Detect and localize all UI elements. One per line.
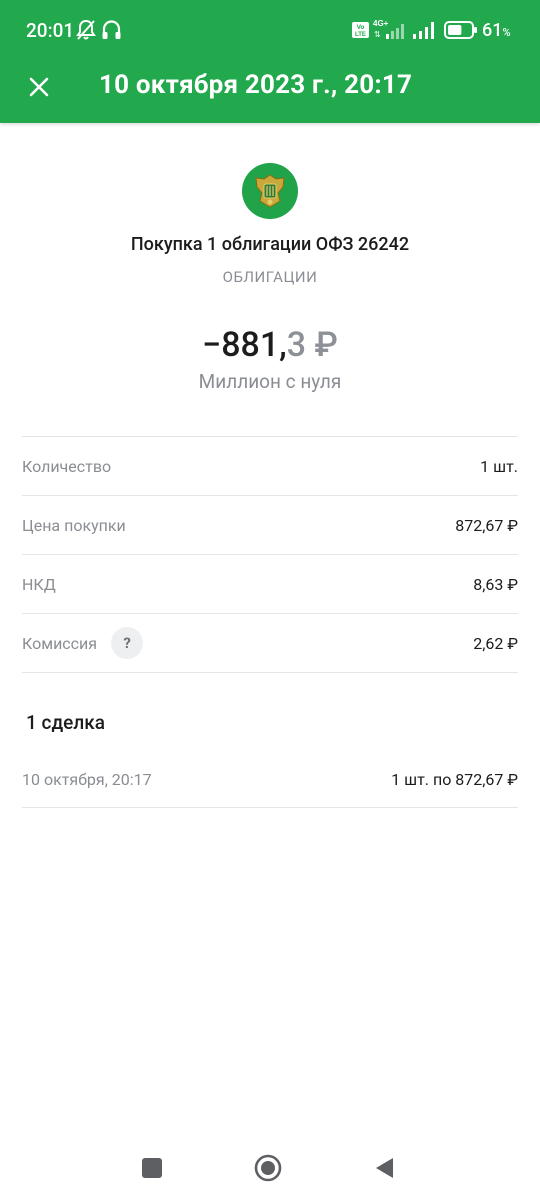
detail-row-accrued-interest: НКД 8,63 ₽ [22,555,518,613]
detail-label-wrap: Комиссия ? [22,627,144,659]
commission-help-button[interactable]: ? [111,627,144,659]
headset-icon [102,20,121,39]
operation-amount: −881,3 ₽ [0,325,540,365]
page-title: 10 октября 2023 г., 20:17 [99,70,413,100]
deal-date: 10 октября, 20:17 [22,769,152,789]
top-bar: 20:01 Vo LTE 4G+ ⇅ 61% 10 октября 2023 г… [0,0,540,123]
svg-text:4G+: 4G+ [373,19,389,28]
recents-button[interactable] [142,1158,162,1178]
detail-value: 1 шт. [480,456,518,476]
svg-text:LTE: LTE [355,32,366,38]
svg-text:⇅: ⇅ [374,30,381,39]
status-time: 20:01 [26,19,75,42]
divider [22,672,518,673]
detail-value: 2,62 ₽ [473,633,518,653]
amount-fraction: 3 ₽ [286,325,338,365]
deal-row[interactable]: 10 октября, 20:17 1 шт. по 872,67 ₽ [22,751,518,807]
detail-label: Количество [22,456,112,476]
bell-off-icon [76,19,96,40]
account-name: Миллион с нуля [198,370,342,393]
back-button[interactable] [373,1156,395,1180]
battery-icon [444,21,477,39]
detail-label: Цена покупки [22,515,126,535]
app-bar: 10 октября 2023 г., 20:17 [0,60,540,123]
home-button[interactable] [254,1154,282,1182]
signal-icon [413,22,434,39]
detail-row-commission: Комиссия ? 2,62 ₽ [22,614,518,672]
svg-text:Vo: Vo [357,24,365,31]
minfin-emblem-icon [255,174,285,208]
operation-category: ОБЛИГАЦИИ [222,268,318,286]
battery-percent: 61% [482,20,511,41]
operation-title: Покупка 1 облигации ОФЗ 26242 [130,234,410,255]
issuer-logo [242,163,298,219]
divider [22,807,518,808]
detail-value: 872,67 ₽ [455,515,518,535]
volte-icon: Vo LTE [352,22,369,38]
detail-row-price: Цена покупки 872,67 ₽ [22,496,518,554]
close-button[interactable] [22,70,56,104]
deal-info: 1 шт. по 872,67 ₽ [391,769,518,789]
close-icon [29,77,49,97]
detail-value: 8,63 ₽ [473,574,518,594]
detail-label: НКД [22,574,56,594]
amount-main: −881, [202,325,287,365]
system-nav-bar [0,1136,540,1200]
detail-label: Комиссия [22,633,98,653]
deals-heading: 1 сделка [26,711,105,734]
status-bar: 20:01 Vo LTE 4G+ ⇅ 61% [0,0,540,60]
signal-4g-icon: 4G+ ⇅ [373,19,404,39]
detail-row-quantity: Количество 1 шт. [22,437,518,495]
